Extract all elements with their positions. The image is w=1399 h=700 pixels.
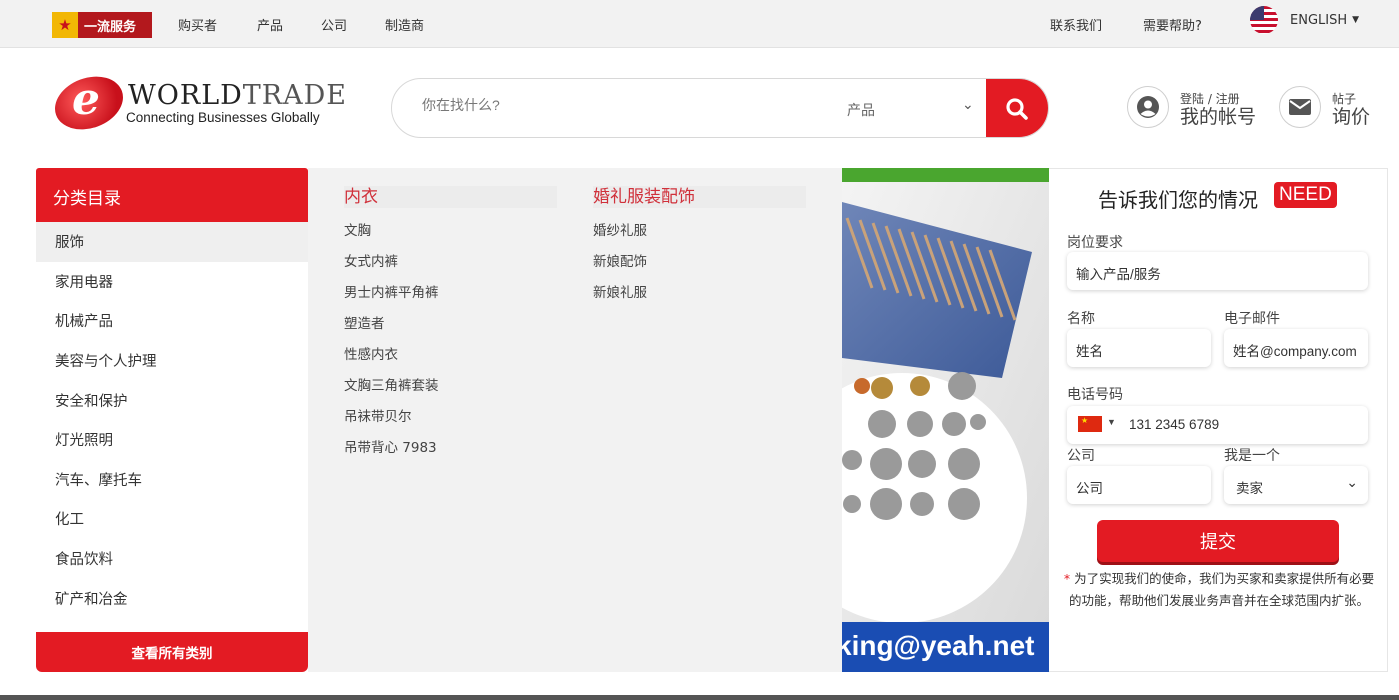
position-label: 岗位要求 [1067, 235, 1123, 251]
role-label: 我是一个 [1224, 448, 1280, 464]
subcategory-link[interactable]: 吊带背心 7983 [344, 433, 557, 464]
account-button[interactable] [1127, 86, 1169, 128]
nav-buyers[interactable]: 购买者 [178, 15, 217, 34]
us-flag-icon [1250, 6, 1278, 34]
company-field[interactable]: 公司 [1067, 466, 1211, 504]
sidebar-item-apparel[interactable]: 服饰 [36, 222, 308, 262]
inquiry-form: 告诉我们您的情况 NEED 岗位要求 输入产品/服务 名称 姓名 电子邮件 姓名… [1049, 168, 1388, 672]
sidebar-item-chemicals[interactable]: 化工 [36, 499, 308, 539]
disclaimer-text: 为了实现我们的使命，我们为买家和卖家提供所有必要的功能，帮助他们发展业务声音并在… [1068, 571, 1375, 608]
category-sidebar: 分类目录 服饰 家用电器 机械产品 美容与个人护理 安全和保护 灯光照明 汽车、… [36, 168, 308, 672]
promo-banner-image: king@yeah.net [842, 168, 1049, 672]
email-label: 电子邮件 [1224, 311, 1280, 327]
name-field[interactable]: 姓名 [1067, 329, 1211, 367]
role-select[interactable]: 卖家 ⌄ [1224, 466, 1368, 504]
role-select-value: 卖家 [1236, 481, 1263, 496]
category-header: 分类目录 [36, 168, 308, 222]
star-icon: ★ [52, 12, 78, 38]
nav-companies[interactable]: 公司 [321, 15, 347, 34]
my-account-label[interactable]: 我的帐号 [1180, 102, 1256, 129]
name-label: 名称 [1067, 311, 1095, 327]
subcategory-title-underwear[interactable]: 内衣 [344, 186, 557, 208]
search-category-select[interactable]: 产品 [847, 100, 875, 120]
search-button[interactable] [986, 79, 1048, 137]
premium-service-badge[interactable]: ★ 一流服务 [52, 12, 152, 38]
inquiry-button[interactable] [1279, 86, 1321, 128]
nav-manufacturers[interactable]: 制造商 [385, 15, 424, 34]
inquiry-label[interactable]: 询价 [1332, 102, 1370, 129]
subcategory-column-wedding: 婚礼服装配饰 婚纱礼服 新娘配饰 新娘礼服 [593, 186, 806, 309]
form-disclaimer: * 为了实现我们的使命，我们为买家和卖家提供所有必要的功能，帮助他们发展业务声音… [1061, 568, 1377, 612]
sidebar-item-security[interactable]: 安全和保护 [36, 380, 308, 420]
phone-field[interactable]: ★ ▼ 131 2345 6789 [1067, 406, 1368, 444]
promo-banner[interactable]: king@yeah.net [842, 168, 1049, 672]
form-title: 告诉我们您的情况 [1098, 188, 1258, 212]
phone-label: 电话号码 [1067, 387, 1123, 403]
logo-tagline: Connecting Businesses Globally [126, 110, 320, 125]
sidebar-item-appliances[interactable]: 家用电器 [36, 262, 308, 302]
sidebar-item-automotive[interactable]: 汽车、摩托车 [36, 460, 308, 500]
subcategory-link[interactable]: 吊袜带贝尔 [344, 402, 557, 433]
page-bottom-border [0, 695, 1399, 700]
user-icon [1137, 96, 1159, 118]
subcategory-link[interactable]: 文胸三角裤套装 [344, 371, 557, 402]
chevron-down-icon[interactable]: ⌄ [962, 97, 974, 113]
submit-button[interactable]: 提交 [1097, 520, 1339, 562]
china-flag-icon[interactable]: ★ [1078, 416, 1102, 432]
subcategory-link[interactable]: 女式内裤 [344, 247, 557, 278]
language-label: ENGLISH [1290, 12, 1348, 28]
sidebar-item-machinery[interactable]: 机械产品 [36, 301, 308, 341]
envelope-icon [1289, 99, 1311, 115]
subcategory-link[interactable]: 婚纱礼服 [593, 216, 806, 247]
sidebar-item-beauty[interactable]: 美容与个人护理 [36, 341, 308, 381]
top-bar: ★ 一流服务 购买者 产品 公司 制造商 联系我们 需要帮助? ENGLISH … [0, 0, 1399, 48]
caret-down-icon: ▼ [1352, 15, 1360, 25]
search-input[interactable] [422, 97, 802, 113]
help-link[interactable]: 需要帮助? [1143, 15, 1202, 34]
sidebar-item-food[interactable]: 食品饮料 [36, 539, 308, 579]
company-label: 公司 [1067, 448, 1095, 464]
subcategory-link[interactable]: 塑造者 [344, 309, 557, 340]
email-field[interactable]: 姓名@company.com [1224, 329, 1368, 367]
subcategory-link[interactable]: 新娘配饰 [593, 247, 806, 278]
promo-email-text: king@yeah.net [842, 630, 1034, 661]
subcategory-column-underwear: 内衣 文胸 女式内裤 男士内裤平角裤 塑造者 性感内衣 文胸三角裤套装 吊袜带贝… [344, 186, 557, 464]
nav-products[interactable]: 产品 [257, 15, 283, 34]
sidebar-item-minerals[interactable]: 矿产和冶金 [36, 578, 308, 618]
subcategory-link[interactable]: 新娘礼服 [593, 278, 806, 309]
contact-us-link[interactable]: 联系我们 [1050, 15, 1102, 34]
language-selector[interactable]: ENGLISH ▼ [1250, 6, 1359, 34]
subcategory-title-wedding[interactable]: 婚礼服装配饰 [593, 186, 806, 208]
subcategory-link[interactable]: 男士内裤平角裤 [344, 278, 557, 309]
search-icon [1006, 98, 1028, 120]
view-all-categories-button[interactable]: 查看所有类别 [36, 632, 308, 672]
chevron-down-icon: ⌄ [1346, 474, 1358, 490]
search-bar: 产品 ⌄ [391, 78, 1049, 138]
category-mega-menu: 内衣 文胸 女式内裤 男士内裤平角裤 塑造者 性感内衣 文胸三角裤套装 吊袜带贝… [308, 168, 842, 672]
logo-e-mark: e [72, 74, 100, 125]
subcategory-link[interactable]: 性感内衣 [344, 340, 557, 371]
need-badge: NEED [1274, 182, 1337, 208]
premium-service-label: 一流服务 [84, 19, 137, 35]
position-input[interactable]: 输入产品/服务 [1067, 252, 1368, 290]
logo-wordmark: WORLDTRADE [128, 80, 347, 111]
required-asterisk: * [1063, 571, 1071, 586]
phone-placeholder: 131 2345 6789 [1129, 417, 1220, 432]
caret-down-icon[interactable]: ▼ [1107, 417, 1116, 427]
subcategory-link[interactable]: 文胸 [344, 216, 557, 247]
sidebar-item-lighting[interactable]: 灯光照明 [36, 420, 308, 460]
site-logo[interactable]: e WORLDTRADE Connecting Businesses Globa… [47, 67, 354, 139]
